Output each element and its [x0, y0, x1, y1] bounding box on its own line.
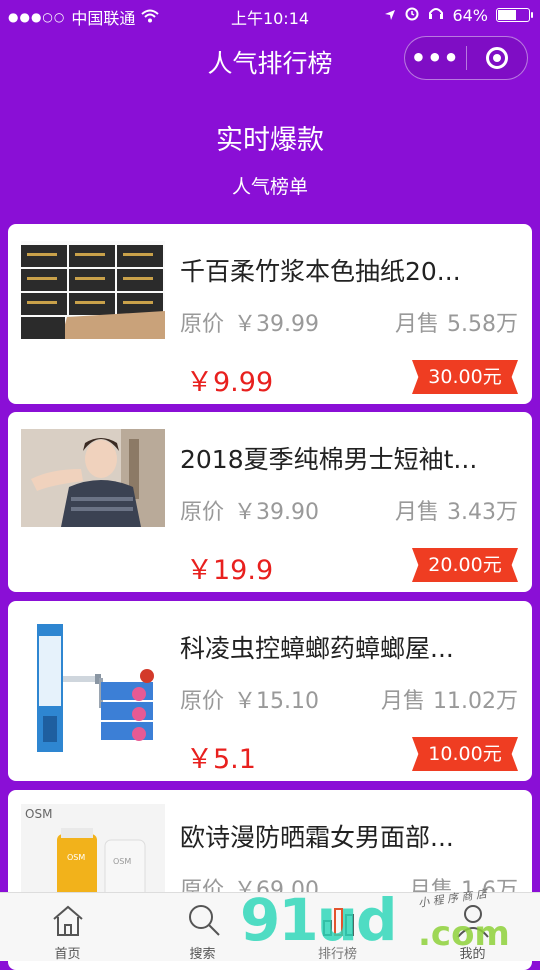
hero-title: 实时爆款 [216, 125, 324, 156]
product-card[interactable]: 2018夏季纯棉男士短袖t... 原价 ￥39.90 月售 3.43万 ￥19.9 … [8, 412, 532, 592]
original-price: 原价 ￥15.10 [180, 689, 319, 714]
tab-home[interactable]: 首页 [0, 893, 135, 962]
home-icon [52, 905, 83, 936]
svg-text:OSM: OSM [67, 853, 85, 862]
tab-search[interactable]: 搜索 [135, 893, 270, 962]
product-image-shirt [21, 429, 165, 527]
sale-price: ￥5.1 [186, 744, 256, 775]
product-card[interactable]: 科凌虫控蟑螂药蟑螂屋... 原价 ￥15.10 月售 11.02万 ￥5.1 10.… [8, 601, 532, 781]
original-price: 原价 ￥39.99 [180, 312, 319, 337]
tab-bar: 首页 搜索 排行榜 我的 [0, 892, 540, 962]
ranking-icon [322, 908, 354, 936]
monthly-sales: 月售 11.02万 [381, 689, 518, 714]
monthly-sales: 月售 3.43万 [394, 500, 518, 525]
coupon-badge[interactable]: 10.00元 [412, 737, 518, 771]
original-price: 原价 ￥39.90 [180, 500, 319, 525]
hero-subtitle: 人气榜单 [231, 176, 308, 198]
tab-search-label: 搜索 [189, 947, 216, 962]
close-icon [485, 47, 508, 69]
search-icon [188, 905, 220, 936]
sale-price: ￥19.9 [186, 555, 274, 586]
product-title: 千百柔竹浆本色抽纸20... [180, 257, 461, 286]
headphones-icon [428, 5, 444, 25]
coupon-badge[interactable]: 30.00元 [412, 360, 518, 394]
coupon-badge[interactable]: 20.00元 [412, 548, 518, 582]
location-icon [384, 6, 396, 25]
product-title: 2018夏季纯棉男士短袖t... [180, 445, 478, 474]
product-title: 科凌虫控蟑螂药蟑螂屋... [180, 634, 454, 663]
battery-percent: 64% [452, 5, 488, 25]
tab-mine-label: 我的 [459, 947, 486, 962]
product-title: 欧诗漫防晒霜女男面部... [180, 823, 454, 852]
mini-program-capsule: ••• [404, 36, 528, 80]
sale-price: ￥9.99 [186, 367, 274, 398]
monthly-sales: 月售 5.58万 [394, 312, 518, 337]
product-image-sunscreen: OSM OSM OSM [21, 804, 165, 904]
svg-text:OSM: OSM [113, 857, 131, 866]
product-card[interactable]: 千百柔竹浆本色抽纸20... 原价 ￥39.99 月售 5.58万 ￥9.99 30… [8, 224, 532, 404]
status-bar: ●●●○○ 中国联通 上午10:14 64% [0, 0, 540, 30]
svg-text:OSM: OSM [25, 807, 52, 821]
tab-ranking[interactable]: 排行榜 [270, 893, 405, 962]
product-image-tissue [21, 241, 165, 339]
close-button[interactable] [466, 47, 527, 69]
tab-home-label: 首页 [54, 947, 81, 962]
user-icon [456, 905, 489, 938]
product-image-pest-gel [21, 616, 165, 766]
battery-icon [496, 8, 533, 22]
navigation-bar: 人气排行榜 ••• [0, 30, 540, 86]
alarm-icon [404, 5, 420, 25]
tab-mine[interactable]: 我的 [405, 893, 540, 962]
tab-ranking-label: 排行榜 [317, 947, 357, 962]
more-button[interactable]: ••• [405, 38, 466, 78]
